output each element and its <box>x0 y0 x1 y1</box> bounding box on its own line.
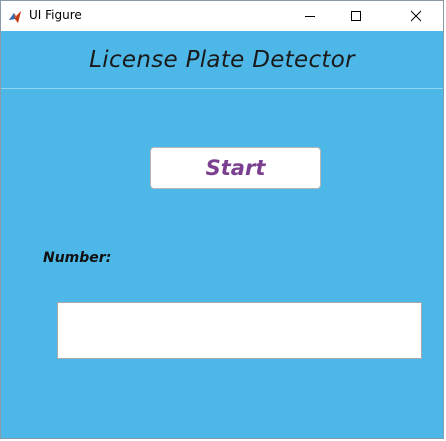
ui-figure-window: UI Figure License Plate Detector Start N… <box>0 0 444 439</box>
title-divider <box>1 88 443 89</box>
number-label: Number: <box>43 250 112 266</box>
number-field[interactable] <box>57 302 422 359</box>
title-bar[interactable]: UI Figure <box>1 1 443 31</box>
minimize-icon <box>304 10 316 22</box>
matlab-icon <box>8 9 22 23</box>
maximize-icon <box>350 10 362 22</box>
maximize-button[interactable] <box>333 1 379 31</box>
window-title: UI Figure <box>29 8 82 22</box>
close-icon <box>410 10 422 22</box>
close-button[interactable] <box>393 1 439 31</box>
start-button[interactable]: Start <box>150 147 321 189</box>
app-title: License Plate Detector <box>89 47 355 73</box>
minimize-button[interactable] <box>287 1 333 31</box>
